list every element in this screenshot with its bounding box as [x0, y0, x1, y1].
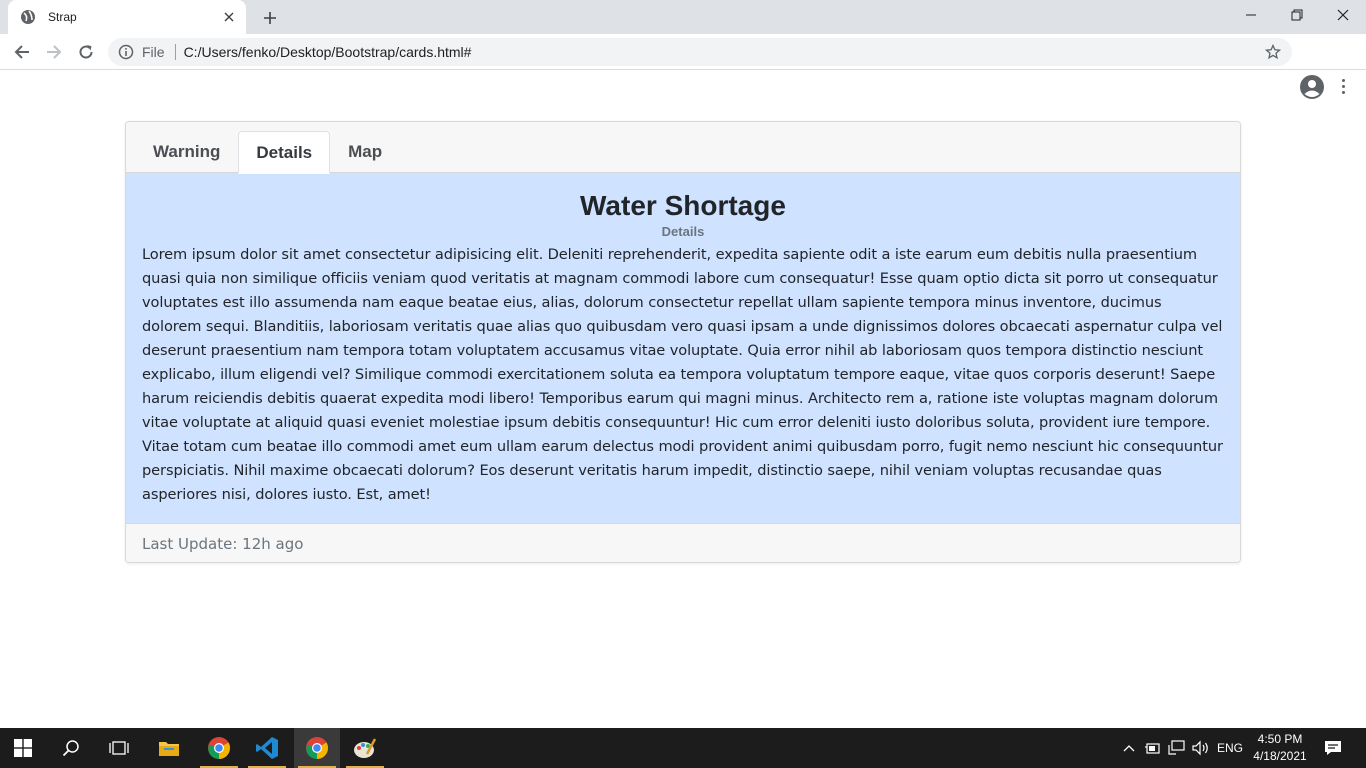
clock-time: 4:50 PM: [1257, 732, 1303, 746]
card-body: Water Shortage Details Lorem ipsum dolor…: [126, 173, 1240, 523]
globe-icon: [20, 9, 36, 25]
arrow-left-icon: [14, 45, 29, 59]
reload-icon: [79, 45, 93, 59]
task-view-icon[interactable]: [96, 728, 142, 768]
info-icon[interactable]: [118, 44, 134, 60]
close-window-button[interactable]: [1320, 0, 1366, 30]
vscode-icon[interactable]: [244, 728, 290, 768]
tab-map[interactable]: Map: [330, 130, 400, 173]
tab-warning[interactable]: Warning: [135, 130, 238, 173]
new-tab-button[interactable]: [258, 6, 282, 30]
paint-icon[interactable]: [342, 728, 388, 768]
card: Warning Details Map Water Shortage Detai…: [125, 121, 1241, 563]
chrome-icon[interactable]: [196, 728, 242, 768]
browser-toolbar: File C:/Users/fenko/Desktop/Bootstrap/ca…: [0, 34, 1366, 99]
card-footer: Last Update: 12h ago: [126, 523, 1240, 562]
profile-avatar-icon[interactable]: [1299, 74, 1325, 100]
battery-icon[interactable]: [1142, 728, 1164, 768]
forward-button[interactable]: [40, 38, 68, 66]
card-text: Lorem ipsum dolor sit amet consectetur a…: [142, 246, 1223, 503]
separator: [174, 44, 176, 60]
card-subtitle: Details: [661, 224, 705, 239]
volume-icon[interactable]: [1190, 728, 1212, 768]
notification-icon[interactable]: [1318, 728, 1348, 768]
card-header: Warning Details Map: [126, 122, 1240, 174]
taskbar: ENG 4:50 PM 4/18/2021: [0, 728, 1366, 768]
card-title: Water Shortage: [580, 190, 786, 221]
start-icon[interactable]: [0, 728, 46, 768]
chevron-up-icon[interactable]: [1118, 728, 1140, 768]
browser-tab-strap[interactable]: Strap: [8, 0, 246, 34]
tab-title: Strap: [48, 10, 77, 24]
close-tab-icon[interactable]: [220, 8, 238, 26]
reload-button[interactable]: [72, 38, 100, 66]
card-tabs: Warning Details Map: [135, 130, 400, 174]
arrow-right-icon: [47, 45, 62, 59]
restore-button[interactable]: [1274, 0, 1320, 30]
bookmark-star-icon[interactable]: [1264, 43, 1282, 61]
url-scheme-label: File: [142, 44, 165, 60]
search-icon[interactable]: [48, 728, 94, 768]
browser-menu-icon[interactable]: [1336, 74, 1350, 98]
chrome-active-icon[interactable]: [294, 728, 340, 768]
network-icon[interactable]: [1166, 728, 1188, 768]
url-text[interactable]: C:/Users/fenko/Desktop/Bootstrap/cards.h…: [184, 44, 472, 60]
clock[interactable]: 4:50 PM 4/18/2021: [1250, 731, 1310, 765]
address-bar[interactable]: File C:/Users/fenko/Desktop/Bootstrap/ca…: [108, 38, 1292, 66]
browser-tabstrip: Strap: [0, 0, 1366, 34]
clock-date: 4/18/2021: [1253, 749, 1307, 763]
minimize-button[interactable]: [1228, 0, 1274, 30]
back-button[interactable]: [8, 38, 36, 66]
language-indicator[interactable]: ENG: [1214, 728, 1246, 768]
tab-details[interactable]: Details: [238, 131, 331, 174]
file-explorer-icon[interactable]: [146, 728, 192, 768]
